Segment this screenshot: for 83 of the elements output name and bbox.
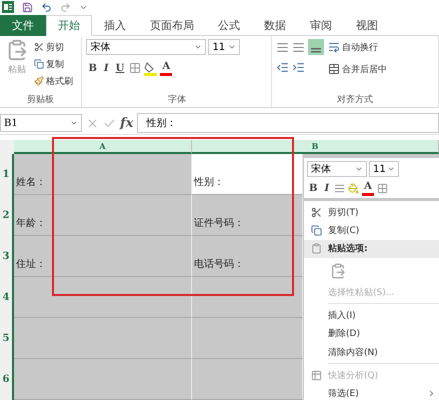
paste-option-icon[interactable] (330, 262, 346, 279)
column-header[interactable]: B (192, 140, 439, 154)
scissors-icon (310, 206, 322, 218)
font-size-field[interactable]: 11 (208, 39, 240, 56)
menu-item[interactable]: 筛选(E) (304, 384, 439, 400)
clipboard-button[interactable]: 复制 (34, 56, 73, 72)
underline-button[interactable]: U (114, 60, 126, 76)
redo-icon[interactable] (60, 2, 71, 13)
table-cell[interactable] (192, 359, 303, 400)
italic-button[interactable]: I (322, 180, 332, 196)
file-tab[interactable]: 文件 (0, 14, 46, 36)
font-color-button[interactable]: A (160, 60, 172, 76)
table-cell[interactable]: 性别： (192, 154, 303, 196)
clipboard-button[interactable]: 剪切 (34, 39, 73, 56)
ribbon-tab[interactable]: 公式 (206, 14, 252, 36)
brush-icon (34, 76, 44, 86)
copy-icon (34, 59, 44, 70)
clipboard-icon (6, 39, 28, 62)
ribbon-tab[interactable]: 数据 (252, 14, 298, 36)
table-cell[interactable]: 姓名： (14, 154, 192, 196)
align-bottom-icon[interactable] (308, 39, 324, 56)
table-cell[interactable] (192, 277, 303, 318)
ribbon-tab[interactable]: 开始 (46, 14, 92, 36)
fill-color-icon[interactable] (348, 182, 360, 194)
font-name-field[interactable]: 宋体 (86, 39, 206, 56)
cancel-icon[interactable] (86, 116, 99, 130)
column-header[interactable]: A (14, 140, 192, 154)
ribbon-tab[interactable]: 视图 (344, 14, 390, 36)
menu-item[interactable]: 剪切(T) (304, 203, 439, 222)
menu-item[interactable]: 清除内容(N) (304, 343, 439, 362)
ribbon-tab[interactable]: 页面布局 (138, 14, 206, 36)
wrap-text-icon (328, 41, 340, 54)
name-box[interactable]: B1 (0, 114, 82, 132)
menu-item[interactable]: 插入(I) (304, 306, 439, 325)
merge-center-button[interactable]: 合并后居中 (328, 61, 388, 78)
copy-icon (310, 224, 322, 236)
spreadsheet-logo-icon[interactable] (2, 1, 14, 14)
table-cell[interactable] (192, 318, 303, 360)
border-icon[interactable] (376, 182, 388, 194)
font-name-field[interactable]: 宋体 (307, 161, 367, 177)
row-header[interactable]: 2 (0, 195, 14, 236)
row-header[interactable]: 6 (0, 359, 14, 400)
fill-color-icon[interactable] (144, 60, 158, 76)
ribbon-tab[interactable]: 审阅 (298, 14, 344, 36)
bold-button[interactable]: B (307, 180, 320, 196)
row-header[interactable]: 4 (0, 277, 14, 318)
table-cell[interactable]: 年龄： (14, 195, 192, 236)
row-header[interactable]: 5 (0, 318, 14, 360)
row-header[interactable]: 1 (0, 154, 14, 196)
table-cell[interactable]: 证件号码： (192, 195, 303, 236)
table-cell[interactable] (14, 277, 192, 318)
undo-icon[interactable] (41, 2, 52, 13)
bold-button[interactable]: B (86, 60, 99, 76)
clipboard-icon (310, 243, 322, 254)
border-icon[interactable] (129, 62, 142, 74)
formula-field[interactable]: 性别： (137, 113, 439, 134)
table-cell[interactable]: 电话号码： (192, 236, 303, 278)
indent-increase-icon[interactable] (292, 61, 306, 74)
caret-icon[interactable] (387, 165, 395, 173)
italic-button[interactable]: I (102, 60, 111, 76)
quick-analysis-icon (310, 370, 322, 381)
caret-icon[interactable] (355, 165, 363, 173)
group-title: 剪贴板 (26, 94, 56, 107)
indent-decrease-icon[interactable] (276, 61, 290, 74)
menu-section-header: 粘贴选项: (304, 240, 439, 258)
row-header[interactable]: 3 (0, 236, 14, 278)
wrap-text-button[interactable]: 自动换行 (328, 39, 388, 56)
menu-item[interactable]: 删除(D) (304, 324, 439, 344)
scissors-icon (34, 42, 44, 52)
table-cell[interactable]: 住址： (14, 236, 192, 278)
clipboard-button[interactable]: 格式刷 (34, 73, 73, 90)
font-size-field[interactable]: 11 (369, 161, 399, 177)
insert-function-button[interactable]: fx (120, 116, 134, 131)
center-align-icon[interactable] (334, 182, 346, 194)
font-color-button[interactable]: A (362, 180, 374, 196)
merge-cells-icon (328, 63, 340, 76)
ribbon-tab[interactable]: 插入 (92, 14, 138, 36)
group-title: 字体 (166, 94, 187, 107)
save-icon[interactable] (22, 2, 33, 13)
menu-item[interactable]: 复制(C) (304, 221, 439, 240)
table-cell[interactable] (14, 318, 192, 360)
table-cell[interactable] (14, 359, 192, 400)
group-title: 对齐方式 (336, 94, 374, 107)
